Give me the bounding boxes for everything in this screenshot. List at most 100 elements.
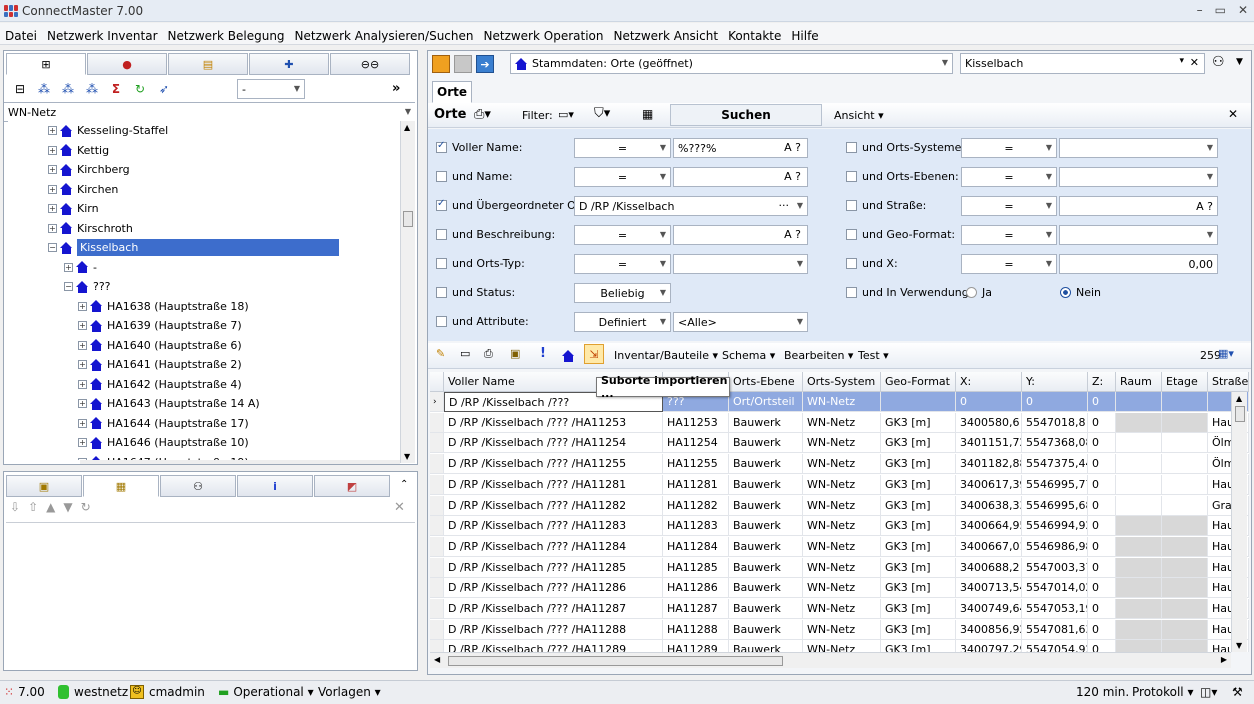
filter-value[interactable]: <Alle> ▼: [673, 312, 808, 332]
tab-binoculars[interactable]: ⚇: [160, 475, 236, 497]
grid-cell[interactable]: WN-Netz: [803, 412, 881, 433]
filter-value[interactable]: A ?: [673, 225, 808, 245]
grid-cell[interactable]: [1162, 474, 1208, 495]
grid-cell[interactable]: [1116, 578, 1162, 599]
grid-cell[interactable]: 0: [1088, 619, 1116, 640]
filter-value[interactable]: ▼: [673, 254, 808, 274]
row-selector[interactable]: [430, 557, 444, 578]
menu-datei[interactable]: Datei: [0, 25, 42, 43]
grid-cell[interactable]: WN-Netz: [803, 454, 881, 475]
network-move-icon[interactable]: ⁂: [84, 81, 100, 97]
tree-node[interactable]: + -: [64, 258, 97, 277]
grid-cell[interactable]: HA11284: [663, 536, 729, 557]
tree-node[interactable]: +HA1647 (Hauptstraße 19): [78, 453, 249, 460]
menu-netzwerk-operation[interactable]: Netzwerk Operation: [479, 25, 609, 43]
grid-cell[interactable]: [1162, 454, 1208, 475]
grid-cell[interactable]: 5547375,44: [1022, 454, 1088, 475]
column-header[interactable]: Orts-Ebene: [729, 372, 803, 392]
menu-netzwerk-analysieren[interactable]: Netzwerk Analysieren/Suchen: [290, 25, 479, 43]
grid-cell[interactable]: 3400617,39: [956, 474, 1022, 495]
dropdown-icon[interactable]: ▼: [660, 259, 666, 268]
funnel-icon[interactable]: ⛉▾: [594, 106, 610, 121]
tree-collapse-icon[interactable]: ⊟: [12, 81, 28, 97]
grid-hscroll[interactable]: ◀ ▶: [430, 652, 1231, 668]
move-down-icon[interactable]: ▼: [63, 500, 72, 514]
grid-cell[interactable]: Bauwerk: [729, 578, 803, 599]
grid-cell[interactable]: Bauwerk: [729, 619, 803, 640]
row-selector[interactable]: [430, 495, 444, 516]
grid-cell[interactable]: HA11254: [663, 433, 729, 454]
grid-cell[interactable]: Bauwerk: [729, 433, 803, 454]
expander-icon[interactable]: +: [78, 418, 87, 428]
grid-scroll-right-icon[interactable]: ▶: [1221, 655, 1227, 664]
calculator-icon[interactable]: ▦: [642, 107, 653, 121]
tab-info[interactable]: i: [237, 475, 313, 497]
grid-cell[interactable]: [1162, 433, 1208, 454]
pin-icon[interactable]: ➶: [156, 81, 172, 97]
grid-cell[interactable]: 0: [1088, 433, 1116, 454]
grid-cell[interactable]: [1162, 516, 1208, 537]
grid-cell[interactable]: WN-Netz: [803, 599, 881, 619]
grid-cell[interactable]: WN-Netz: [803, 516, 881, 537]
column-header[interactable]: Z:: [1088, 372, 1116, 392]
tree-node[interactable]: −???: [64, 277, 111, 296]
filter-mode-icon[interactable]: ▭▾: [558, 108, 574, 121]
search-button[interactable]: Suchen: [670, 104, 822, 126]
network-add-icon[interactable]: ⁂: [60, 81, 76, 97]
radio-ja[interactable]: Ja: [966, 286, 992, 299]
test-menu[interactable]: Test ▾: [858, 349, 889, 362]
binoculars-search-icon[interactable]: ⚇: [1212, 54, 1225, 70]
dropdown-icon[interactable]: ▼: [1207, 143, 1213, 152]
dropdown-icon[interactable]: ▼: [660, 230, 666, 239]
grid-cell[interactable]: D /RP /Kisselbach /??? /HA11284: [444, 536, 663, 557]
reload-icon[interactable]: ↻: [81, 500, 91, 514]
menu-hilfe[interactable]: Hilfe: [786, 25, 823, 43]
grid-cell[interactable]: 5547003,37: [1022, 557, 1088, 578]
grid-cell[interactable]: D /RP /Kisselbach /??? /HA11286: [444, 578, 663, 599]
grid-cell[interactable]: 5547368,08: [1022, 433, 1088, 454]
grid-scroll-up-icon[interactable]: ▲: [1236, 394, 1242, 403]
tab-clipboard[interactable]: ▣: [6, 475, 82, 497]
dropdown-icon[interactable]: ▾: [1179, 56, 1184, 66]
grid-cell[interactable]: 3401182,88: [956, 454, 1022, 475]
grid-cell[interactable]: 5546986,98: [1022, 536, 1088, 557]
tree-node[interactable]: + HA1640 (Hauptstraße 6): [78, 336, 242, 355]
filter-checkbox[interactable]: [436, 229, 447, 240]
grid-cell[interactable]: 5547053,19: [1022, 599, 1088, 619]
dropdown-icon[interactable]: ▼: [797, 259, 803, 268]
home-icon[interactable]: [562, 350, 575, 362]
grid-cell[interactable]: 0: [1088, 516, 1116, 537]
grid-cell[interactable]: 3401151,72: [956, 433, 1022, 454]
grid-cell[interactable]: [1116, 536, 1162, 557]
collapse-panel-icon[interactable]: ⌃: [400, 479, 408, 490]
tree-node[interactable]: + Kirchen: [48, 180, 118, 199]
grid-cell[interactable]: [1116, 557, 1162, 578]
grid-cell[interactable]: 3400580,6: [956, 412, 1022, 433]
expander-icon[interactable]: +: [78, 321, 87, 330]
filter-value[interactable]: ▼: [1059, 225, 1218, 245]
grid-cell[interactable]: D /RP /Kisselbach /??? /HA11285: [444, 557, 663, 578]
import-suborte-button[interactable]: ⇲: [584, 344, 604, 364]
tree-node[interactable]: + HA1639 (Hauptstraße 7): [78, 316, 242, 335]
row-selector[interactable]: [430, 474, 444, 495]
text-options-icon[interactable]: A ?: [1196, 200, 1213, 213]
grid-cell[interactable]: [1162, 495, 1208, 516]
filter-operator[interactable]: = ▼: [574, 138, 671, 158]
archive-icon[interactable]: ▣: [510, 347, 520, 360]
grid-cell[interactable]: 3400749,64: [956, 599, 1022, 619]
filter-operator[interactable]: = ▼: [574, 225, 671, 245]
grid-cell[interactable]: WN-Netz: [803, 433, 881, 454]
tree-node[interactable]: + Kirchberg: [48, 160, 130, 179]
grid-cell[interactable]: [881, 392, 956, 412]
grid-cell[interactable]: GK3 [m]: [881, 599, 956, 619]
tree-node[interactable]: + Kirn: [48, 199, 99, 218]
grid-cell[interactable]: D /RP /Kisselbach /??? /HA11282: [444, 495, 663, 516]
row-selector[interactable]: [430, 516, 444, 537]
grid-cell[interactable]: [1162, 412, 1208, 433]
row-selector[interactable]: [430, 412, 444, 433]
dropdown-icon[interactable]: ▼: [660, 317, 666, 326]
grid-cell[interactable]: Bauwerk: [729, 495, 803, 516]
grid-cell[interactable]: HA11285: [663, 557, 729, 578]
restore-icon[interactable]: ▭: [1215, 3, 1226, 17]
grid-cell[interactable]: [1162, 536, 1208, 557]
